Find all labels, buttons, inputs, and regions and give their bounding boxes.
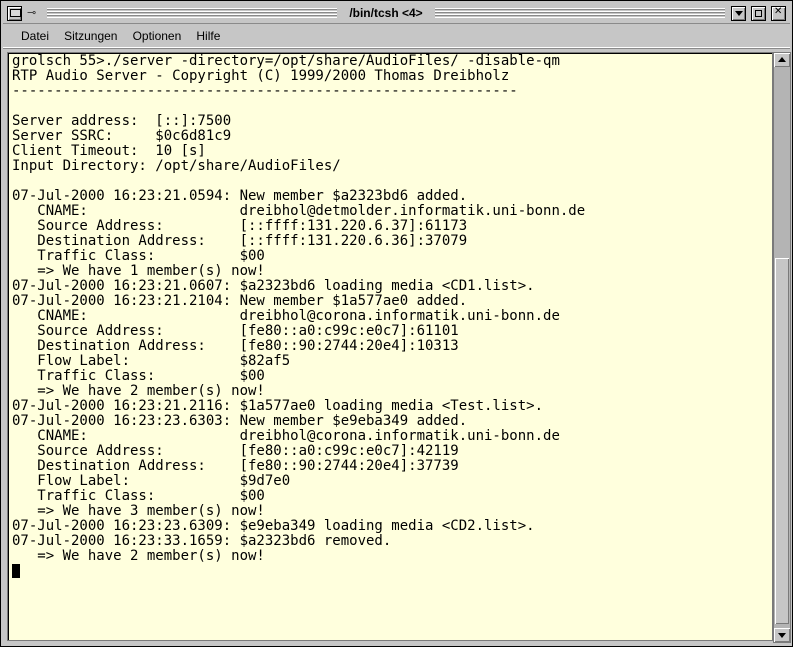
terminal-line: Source Address: [::ffff:131.220.6.37]:61…	[12, 218, 468, 234]
terminal-line: Flow Label: $9d7e0	[12, 473, 291, 489]
vertical-scrollbar[interactable]	[773, 52, 791, 643]
terminal-line: => We have 2 member(s) now!	[12, 548, 265, 564]
title-bar-grip-right	[435, 8, 725, 18]
terminal-line: => We have 2 member(s) now!	[12, 383, 265, 399]
terminal-line: Traffic Class: $00	[12, 368, 265, 384]
terminal-line: Input Directory: /opt/share/AudioFiles/	[12, 158, 341, 174]
terminal-window: ⊸ /bin/tcsh <4> Datei Sitzungen Optionen…	[0, 0, 793, 647]
menu-item-datei[interactable]: Datei	[16, 25, 54, 47]
scroll-down-arrow-icon[interactable]	[774, 628, 790, 642]
minimize-icon[interactable]	[731, 6, 746, 21]
terminal-line: ----------------------------------------…	[12, 83, 518, 99]
maximize-icon[interactable]	[751, 6, 766, 21]
menu-item-hilfe[interactable]: Hilfe	[191, 25, 225, 47]
menu-item-sitzungen[interactable]: Sitzungen	[59, 25, 122, 47]
terminal-line: Destination Address: [::ffff:131.220.6.3…	[12, 233, 468, 249]
terminal-line: grolsch 55>./server -directory=/opt/shar…	[12, 53, 560, 69]
title-bar[interactable]: ⊸ /bin/tcsh <4>	[3, 3, 790, 24]
terminal-line: Server address: [::]:7500	[12, 113, 232, 129]
terminal-line: CNAME: dreibhol@corona.informatik.uni-bo…	[12, 308, 560, 324]
terminal-line: 07-Jul-2000 16:23:33.1659: $a2323bd6 rem…	[12, 533, 392, 549]
terminal-line: Destination Address: [fe80::90:2744:20e4…	[12, 338, 459, 354]
terminal-line: Client Timeout: 10 [s]	[12, 143, 206, 159]
scroll-up-arrow-icon[interactable]	[774, 53, 790, 67]
terminal-line: 07-Jul-2000 16:23:23.6303: New member $e…	[12, 413, 468, 429]
terminal-line: 07-Jul-2000 16:23:21.2104: New member $1…	[12, 293, 468, 309]
terminal-line: => We have 1 member(s) now!	[12, 263, 265, 279]
terminal-line: RTP Audio Server - Copyright (C) 1999/20…	[12, 68, 510, 84]
terminal-line: CNAME: dreibhol@corona.informatik.uni-bo…	[12, 428, 560, 444]
title-bar-grip-left	[47, 8, 337, 18]
terminal-line: 07-Jul-2000 16:23:21.2116: $1a577ae0 loa…	[12, 398, 544, 414]
terminal-line: => We have 3 member(s) now!	[12, 503, 265, 519]
terminal-line: 07-Jul-2000 16:23:21.0594: New member $a…	[12, 188, 468, 204]
window-menu-icon[interactable]	[7, 6, 22, 21]
terminal-text: grolsch 55>./server -directory=/opt/shar…	[8, 53, 772, 580]
menu-bar: Datei Sitzungen Optionen Hilfe	[3, 25, 790, 48]
terminal-cursor	[12, 564, 20, 578]
window-title: /bin/tcsh <4>	[349, 6, 423, 20]
pin-icon[interactable]: ⊸	[27, 6, 43, 19]
terminal-line: Traffic Class: $00	[12, 248, 265, 264]
terminal-line: Destination Address: [fe80::90:2744:20e4…	[12, 458, 459, 474]
menu-item-optionen[interactable]: Optionen	[128, 25, 187, 47]
terminal-line: Server SSRC: $0c6d81c9	[12, 128, 232, 144]
terminal-line: 07-Jul-2000 16:23:21.0607: $a2323bd6 loa…	[12, 278, 535, 294]
terminal-output[interactable]: grolsch 55>./server -directory=/opt/shar…	[7, 52, 773, 641]
terminal-line: Source Address: [fe80::a0:c99c:e0c7]:611…	[12, 323, 459, 339]
terminal-line: Traffic Class: $00	[12, 488, 265, 504]
terminal-line: 07-Jul-2000 16:23:23.6309: $e9eba349 loa…	[12, 518, 535, 534]
terminal-line: CNAME: dreibhol@detmolder.informatik.uni…	[12, 203, 586, 219]
terminal-line: Source Address: [fe80::a0:c99c:e0c7]:421…	[12, 443, 459, 459]
close-icon[interactable]	[771, 6, 786, 21]
terminal-line: Flow Label: $82af5	[12, 353, 291, 369]
scrollbar-thumb[interactable]	[775, 258, 789, 624]
